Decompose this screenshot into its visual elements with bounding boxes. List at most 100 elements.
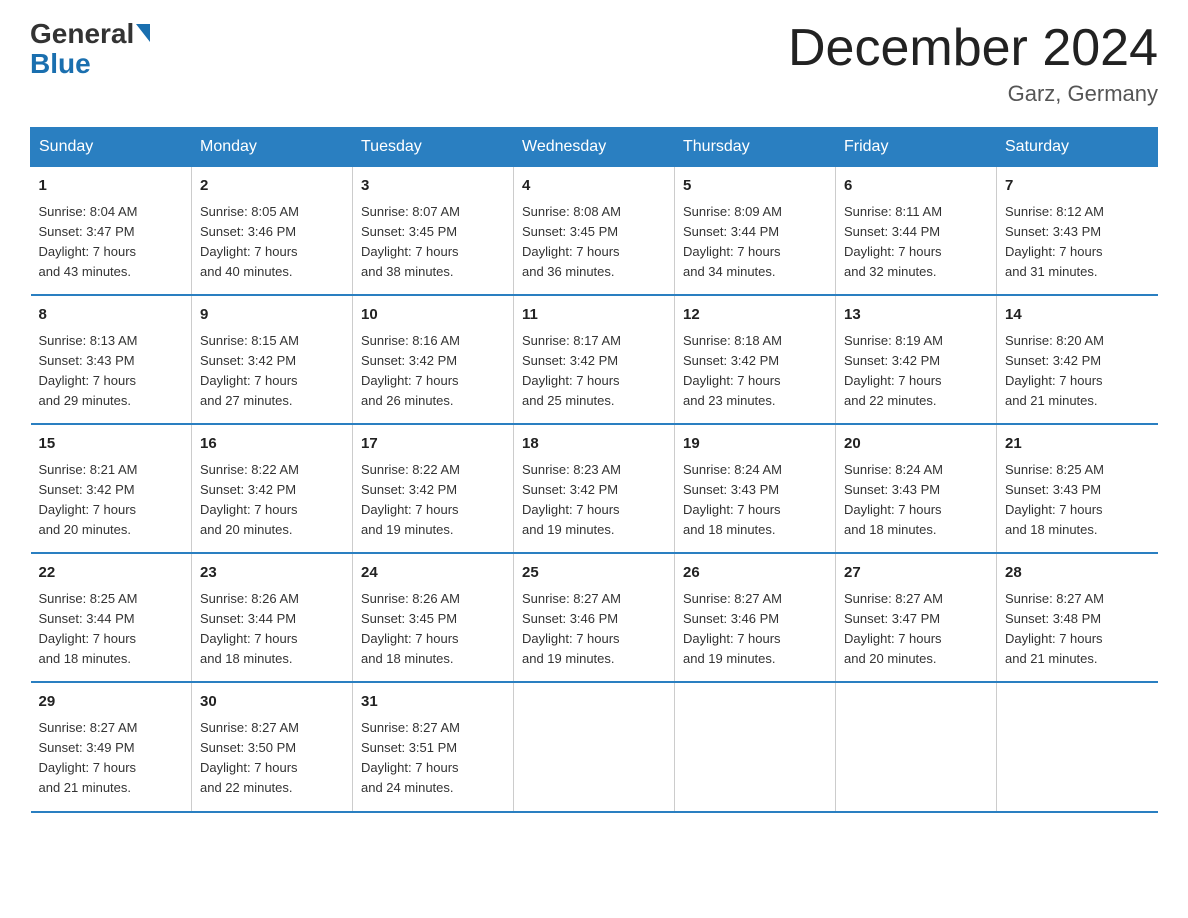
- day-number: 29: [39, 691, 184, 714]
- table-row: 5 Sunrise: 8:09 AM Sunset: 3:44 PM Daylig…: [675, 167, 836, 296]
- day-info: Sunrise: 8:04 AM Sunset: 3:47 PM Dayligh…: [39, 202, 184, 283]
- day-info: Sunrise: 8:18 AM Sunset: 3:42 PM Dayligh…: [683, 331, 827, 412]
- day-number: 1: [39, 175, 184, 198]
- table-row: 4 Sunrise: 8:08 AM Sunset: 3:45 PM Daylig…: [514, 167, 675, 296]
- table-row: [836, 682, 997, 811]
- day-info: Sunrise: 8:27 AM Sunset: 3:46 PM Dayligh…: [683, 589, 827, 670]
- table-row: 26 Sunrise: 8:27 AM Sunset: 3:46 PM Dayli…: [675, 553, 836, 682]
- day-number: 11: [522, 304, 666, 327]
- day-info: Sunrise: 8:27 AM Sunset: 3:46 PM Dayligh…: [522, 589, 666, 670]
- page-header: General Blue December 2024 Garz, Germany: [30, 20, 1158, 107]
- table-row: 22 Sunrise: 8:25 AM Sunset: 3:44 PM Dayli…: [31, 553, 192, 682]
- table-row: 17Sunrise: 8:22 AM Sunset: 3:42 PM Dayli…: [353, 424, 514, 553]
- day-info: Sunrise: 8:13 AM Sunset: 3:43 PM Dayligh…: [39, 331, 184, 412]
- day-info: Sunrise: 8:25 AM Sunset: 3:43 PM Dayligh…: [1005, 460, 1150, 541]
- day-number: 9: [200, 304, 344, 327]
- header-thursday: Thursday: [675, 128, 836, 167]
- table-row: 6 Sunrise: 8:11 AM Sunset: 3:44 PM Daylig…: [836, 167, 997, 296]
- day-info: Sunrise: 8:19 AM Sunset: 3:42 PM Dayligh…: [844, 331, 988, 412]
- calendar-week-row: 29 Sunrise: 8:27 AM Sunset: 3:49 PM Dayli…: [31, 682, 1158, 811]
- day-number: 25: [522, 562, 666, 585]
- day-info: Sunrise: 8:24 AM Sunset: 3:43 PM Dayligh…: [844, 460, 988, 541]
- table-row: 9 Sunrise: 8:15 AM Sunset: 3:42 PM Daylig…: [192, 295, 353, 424]
- day-number: 21: [1005, 433, 1150, 456]
- day-number: 20: [844, 433, 988, 456]
- table-row: [675, 682, 836, 811]
- logo-general-text: General: [30, 20, 134, 48]
- day-number: 18: [522, 433, 666, 456]
- day-number: 5: [683, 175, 827, 198]
- day-info: Sunrise: 8:27 AM Sunset: 3:47 PM Dayligh…: [844, 589, 988, 670]
- header-tuesday: Tuesday: [353, 128, 514, 167]
- day-number: 12: [683, 304, 827, 327]
- day-number: 17: [361, 433, 505, 456]
- calendar-header-row: Sunday Monday Tuesday Wednesday Thursday…: [31, 128, 1158, 167]
- day-number: 27: [844, 562, 988, 585]
- table-row: 18 Sunrise: 8:23 AM Sunset: 3:42 PM Dayli…: [514, 424, 675, 553]
- header-monday: Monday: [192, 128, 353, 167]
- day-number: 14: [1005, 304, 1150, 327]
- table-row: 12 Sunrise: 8:18 AM Sunset: 3:42 PM Dayli…: [675, 295, 836, 424]
- table-row: 15 Sunrise: 8:21 AM Sunset: 3:42 PM Dayli…: [31, 424, 192, 553]
- logo-blue-text: Blue: [30, 50, 91, 78]
- day-info: Sunrise: 8:07 AM Sunset: 3:45 PM Dayligh…: [361, 202, 505, 283]
- day-info: Sunrise: 8:05 AM Sunset: 3:46 PM Dayligh…: [200, 202, 344, 283]
- table-row: 2 Sunrise: 8:05 AM Sunset: 3:46 PM Daylig…: [192, 167, 353, 296]
- day-info: Sunrise: 8:24 AM Sunset: 3:43 PM Dayligh…: [683, 460, 827, 541]
- day-number: 19: [683, 433, 827, 456]
- table-row: 27 Sunrise: 8:27 AM Sunset: 3:47 PM Dayli…: [836, 553, 997, 682]
- day-number: 13: [844, 304, 988, 327]
- day-number: 2: [200, 175, 344, 198]
- table-row: 14 Sunrise: 8:20 AM Sunset: 3:42 PM Dayli…: [997, 295, 1158, 424]
- header-sunday: Sunday: [31, 128, 192, 167]
- day-info: Sunrise: 8:20 AM Sunset: 3:42 PM Dayligh…: [1005, 331, 1150, 412]
- table-row: 24Sunrise: 8:26 AM Sunset: 3:45 PM Dayli…: [353, 553, 514, 682]
- day-info: Sunrise: 8:17 AM Sunset: 3:42 PM Dayligh…: [522, 331, 666, 412]
- day-number: 22: [39, 562, 184, 585]
- table-row: 28Sunrise: 8:27 AM Sunset: 3:48 PM Dayli…: [997, 553, 1158, 682]
- day-info: Sunrise: 8:21 AM Sunset: 3:42 PM Dayligh…: [39, 460, 184, 541]
- logo-arrow-icon: [136, 24, 150, 42]
- day-number: 31: [361, 691, 505, 714]
- day-info: Sunrise: 8:09 AM Sunset: 3:44 PM Dayligh…: [683, 202, 827, 283]
- calendar-table: Sunday Monday Tuesday Wednesday Thursday…: [30, 127, 1158, 812]
- calendar-week-row: 15 Sunrise: 8:21 AM Sunset: 3:42 PM Dayli…: [31, 424, 1158, 553]
- calendar-week-row: 8 Sunrise: 8:13 AM Sunset: 3:43 PM Daylig…: [31, 295, 1158, 424]
- table-row: 3 Sunrise: 8:07 AM Sunset: 3:45 PM Daylig…: [353, 167, 514, 296]
- day-info: Sunrise: 8:22 AM Sunset: 3:42 PM Dayligh…: [200, 460, 344, 541]
- table-row: [997, 682, 1158, 811]
- day-info: Sunrise: 8:11 AM Sunset: 3:44 PM Dayligh…: [844, 202, 988, 283]
- calendar-week-row: 1 Sunrise: 8:04 AM Sunset: 3:47 PM Daylig…: [31, 167, 1158, 296]
- day-number: 23: [200, 562, 344, 585]
- day-info: Sunrise: 8:08 AM Sunset: 3:45 PM Dayligh…: [522, 202, 666, 283]
- day-number: 26: [683, 562, 827, 585]
- table-row: 21 Sunrise: 8:25 AM Sunset: 3:43 PM Dayli…: [997, 424, 1158, 553]
- month-title: December 2024: [788, 20, 1158, 77]
- table-row: 31Sunrise: 8:27 AM Sunset: 3:51 PM Dayli…: [353, 682, 514, 811]
- day-info: Sunrise: 8:23 AM Sunset: 3:42 PM Dayligh…: [522, 460, 666, 541]
- day-number: 8: [39, 304, 184, 327]
- day-number: 24: [361, 562, 505, 585]
- table-row: 16Sunrise: 8:22 AM Sunset: 3:42 PM Dayli…: [192, 424, 353, 553]
- day-info: Sunrise: 8:27 AM Sunset: 3:49 PM Dayligh…: [39, 718, 184, 799]
- calendar-week-row: 22 Sunrise: 8:25 AM Sunset: 3:44 PM Dayli…: [31, 553, 1158, 682]
- day-info: Sunrise: 8:27 AM Sunset: 3:48 PM Dayligh…: [1005, 589, 1150, 670]
- day-number: 4: [522, 175, 666, 198]
- table-row: 10Sunrise: 8:16 AM Sunset: 3:42 PM Dayli…: [353, 295, 514, 424]
- header-wednesday: Wednesday: [514, 128, 675, 167]
- table-row: 19 Sunrise: 8:24 AM Sunset: 3:43 PM Dayli…: [675, 424, 836, 553]
- day-info: Sunrise: 8:16 AM Sunset: 3:42 PM Dayligh…: [361, 331, 505, 412]
- day-number: 6: [844, 175, 988, 198]
- table-row: 29 Sunrise: 8:27 AM Sunset: 3:49 PM Dayli…: [31, 682, 192, 811]
- title-section: December 2024 Garz, Germany: [788, 20, 1158, 107]
- day-info: Sunrise: 8:26 AM Sunset: 3:44 PM Dayligh…: [200, 589, 344, 670]
- day-info: Sunrise: 8:25 AM Sunset: 3:44 PM Dayligh…: [39, 589, 184, 670]
- day-info: Sunrise: 8:15 AM Sunset: 3:42 PM Dayligh…: [200, 331, 344, 412]
- day-number: 30: [200, 691, 344, 714]
- header-friday: Friday: [836, 128, 997, 167]
- day-number: 3: [361, 175, 505, 198]
- day-number: 15: [39, 433, 184, 456]
- day-info: Sunrise: 8:27 AM Sunset: 3:50 PM Dayligh…: [200, 718, 344, 799]
- header-saturday: Saturday: [997, 128, 1158, 167]
- table-row: 23 Sunrise: 8:26 AM Sunset: 3:44 PM Dayli…: [192, 553, 353, 682]
